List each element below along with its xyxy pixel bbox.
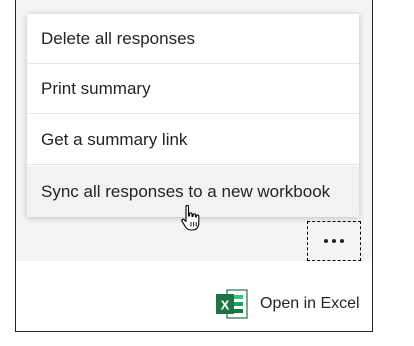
excel-icon[interactable]: X bbox=[215, 288, 249, 320]
menu-item-label: Print summary bbox=[41, 78, 151, 98]
more-options-menu: Delete all responses Print summary Get a… bbox=[27, 14, 359, 217]
menu-item-delete-all-responses[interactable]: Delete all responses bbox=[27, 14, 359, 64]
menu-item-print-summary[interactable]: Print summary bbox=[27, 64, 359, 114]
hand-pointer-icon bbox=[181, 204, 200, 231]
open-in-excel-link[interactable]: Open in Excel bbox=[260, 295, 360, 313]
menu-item-label: Get a summary link bbox=[41, 129, 188, 149]
menu-item-label: Delete all responses bbox=[41, 28, 196, 48]
more-options-button[interactable] bbox=[307, 221, 361, 261]
menu-item-get-summary-link[interactable]: Get a summary link bbox=[27, 115, 359, 165]
ellipsis-icon bbox=[324, 239, 344, 243]
menu-item-label: Sync all responses to a new workbook bbox=[41, 181, 331, 201]
excel-icon-letter: X bbox=[221, 298, 230, 313]
